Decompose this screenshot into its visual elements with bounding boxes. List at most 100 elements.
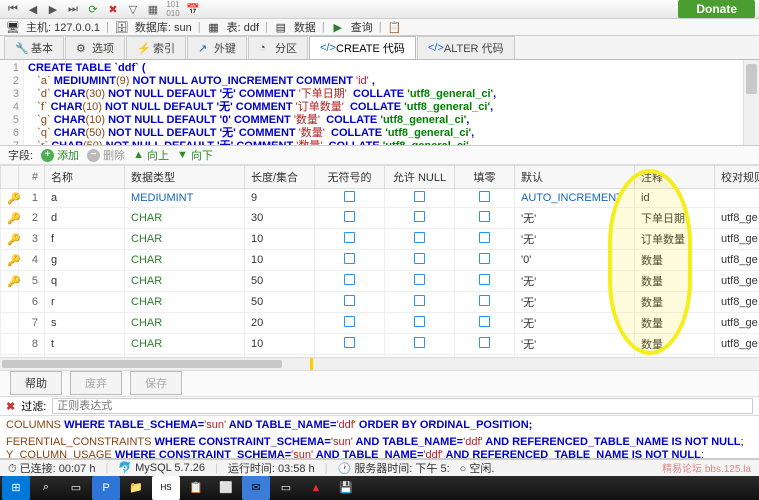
nav-next-icon[interactable]: ▶ xyxy=(44,1,62,17)
fields-grid[interactable]: # 名称 数据类型 长度/集合 无符号的 允许 NULL 填零 默认 注释 校对… xyxy=(0,165,759,357)
filter-input[interactable] xyxy=(52,398,753,414)
checkbox[interactable] xyxy=(479,295,490,306)
col-key[interactable] xyxy=(1,166,19,189)
col-zero[interactable]: 填零 xyxy=(455,166,515,189)
grid-icon[interactable]: ▦ xyxy=(144,1,162,17)
app7-icon[interactable]: ▭ xyxy=(272,476,300,500)
table-row[interactable]: 🔑 1 a MEDIUMINT 9 AUTO_INCREMENT id xyxy=(1,189,759,208)
checkbox[interactable] xyxy=(414,295,425,306)
checkbox[interactable] xyxy=(479,337,490,348)
move-down-button[interactable]: ▼ 向下 xyxy=(177,147,213,163)
checkbox[interactable] xyxy=(479,274,490,285)
col-type[interactable]: 数据类型 xyxy=(125,166,245,189)
tab-partition[interactable]: ◔分区 xyxy=(248,36,308,59)
nav-last-icon[interactable]: ⏭ xyxy=(64,1,82,17)
app2-icon[interactable]: 📁 xyxy=(122,476,150,500)
checkbox[interactable] xyxy=(344,253,355,264)
col-null[interactable]: 允许 NULL xyxy=(385,166,455,189)
pie-icon: ◔ xyxy=(259,42,271,54)
code-editor[interactable]: 123456789 CREATE TABLE `ddf` ( `a` MEDIU… xyxy=(0,60,759,146)
clear-filter-icon[interactable]: ✖ xyxy=(6,400,15,413)
checkbox[interactable] xyxy=(414,316,425,327)
tab-index[interactable]: ⚡索引 xyxy=(126,36,186,59)
checkbox[interactable] xyxy=(414,253,425,264)
checkbox[interactable] xyxy=(344,337,355,348)
checkbox[interactable] xyxy=(344,232,355,243)
table-row[interactable]: 7 s CHAR 20 '无' 数量 utf8_ge xyxy=(1,313,759,334)
save-button[interactable]: 保存 xyxy=(130,371,182,395)
query-icon[interactable]: ▶ xyxy=(331,20,345,34)
remove-field-button[interactable]: −删除 xyxy=(87,147,125,163)
query-label[interactable]: 查询 xyxy=(351,19,373,35)
search-icon[interactable]: ⌕ xyxy=(32,476,60,500)
checkbox[interactable] xyxy=(414,232,425,243)
checkbox[interactable] xyxy=(479,191,490,202)
nav-prev-icon[interactable]: ◀ xyxy=(24,1,42,17)
col-unsigned[interactable]: 无符号的 xyxy=(315,166,385,189)
checkbox[interactable] xyxy=(479,316,490,327)
data-label[interactable]: 数据 xyxy=(294,19,316,35)
tab-alter[interactable]: </>ALTER 代码 xyxy=(417,36,515,59)
wrench-icon: 🔧 xyxy=(15,42,27,54)
col-default[interactable]: 默认 xyxy=(515,166,635,189)
filter-row: ✖ 过滤: xyxy=(0,397,759,416)
discard-button[interactable]: 废弃 xyxy=(70,371,122,395)
col-len[interactable]: 长度/集合 xyxy=(245,166,315,189)
start-icon[interactable]: ⊞ xyxy=(2,476,30,500)
sql-log[interactable]: COLUMNS WHERE TABLE_SCHEMA='sun' AND TAB… xyxy=(0,416,759,458)
more-icon[interactable]: 📋 xyxy=(388,20,402,34)
checkbox[interactable] xyxy=(344,274,355,285)
data-icon[interactable]: ▤ xyxy=(274,20,288,34)
table-row[interactable]: 🔑 2 d CHAR 30 '无' 下单日期 utf8_ge xyxy=(1,208,759,229)
taskview-icon[interactable]: ▭ xyxy=(62,476,90,500)
col-collation[interactable]: 校对规则 xyxy=(715,166,759,189)
refresh-icon[interactable]: ⟳ xyxy=(84,1,102,17)
checkbox[interactable] xyxy=(414,211,425,222)
table-row[interactable]: 🔑 3 f CHAR 10 '无' 订单数量 utf8_ge xyxy=(1,229,759,250)
checkbox[interactable] xyxy=(344,191,355,202)
checkbox[interactable] xyxy=(414,337,425,348)
code-scrollbar[interactable] xyxy=(743,60,759,145)
stop-icon[interactable]: ✖ xyxy=(104,1,122,17)
grid-hscroll[interactable] xyxy=(0,357,759,369)
app4-icon[interactable]: 📋 xyxy=(182,476,210,500)
tab-basic[interactable]: 🔧基本 xyxy=(4,36,64,59)
binary-icon[interactable]: 101010 xyxy=(164,1,182,17)
host-icon: 🖥 xyxy=(6,20,20,34)
col-comment[interactable]: 注释 xyxy=(635,166,715,189)
help-button[interactable]: 帮助 xyxy=(10,371,62,395)
col-name[interactable]: 名称 xyxy=(45,166,125,189)
host-label: 主机: 127.0.0.1 xyxy=(26,19,100,35)
code-body[interactable]: CREATE TABLE `ddf` ( `a` MEDIUMINT(9) NO… xyxy=(24,60,743,145)
donate-button[interactable]: Donate xyxy=(678,0,755,18)
app5-icon[interactable]: ⬜ xyxy=(212,476,240,500)
checkbox[interactable] xyxy=(479,253,490,264)
checkbox[interactable] xyxy=(414,191,425,202)
app1-icon[interactable]: P xyxy=(92,476,120,500)
checkbox[interactable] xyxy=(414,274,425,285)
checkbox[interactable] xyxy=(344,316,355,327)
filter-icon[interactable]: ▽ xyxy=(124,1,142,17)
app9-icon[interactable]: 💾 xyxy=(332,476,360,500)
table-row[interactable]: 6 r CHAR 50 '无' 数量 utf8_ge xyxy=(1,292,759,313)
move-up-button[interactable]: ▲ 向上 xyxy=(133,147,169,163)
tab-create[interactable]: </>CREATE 代码 xyxy=(309,36,416,59)
db-icon: 🗄 xyxy=(115,20,129,34)
tab-fk[interactable]: ↗外键 xyxy=(187,36,247,59)
checkbox[interactable] xyxy=(344,211,355,222)
app3-icon[interactable]: HS xyxy=(152,476,180,500)
status-idle: ○ 空闲. xyxy=(460,460,495,476)
checkbox[interactable] xyxy=(344,295,355,306)
checkbox[interactable] xyxy=(479,232,490,243)
add-field-button[interactable]: +添加 xyxy=(41,147,79,163)
calendar-icon[interactable]: 📅 xyxy=(184,1,202,17)
nav-first-icon[interactable]: ⏮ xyxy=(4,1,22,17)
tab-options[interactable]: ⚙选项 xyxy=(65,36,125,59)
app8-icon[interactable]: ▲ xyxy=(302,476,330,500)
col-num[interactable]: # xyxy=(19,166,45,189)
table-row[interactable]: 8 t CHAR 10 '无' 数量 utf8_ge xyxy=(1,334,759,355)
checkbox[interactable] xyxy=(479,211,490,222)
app6-icon[interactable]: ✉ xyxy=(242,476,270,500)
table-row[interactable]: 🔑 5 q CHAR 50 '无' 数量 utf8_ge xyxy=(1,271,759,292)
table-row[interactable]: 🔑 4 g CHAR 10 '0' 数量 utf8_ge xyxy=(1,250,759,271)
